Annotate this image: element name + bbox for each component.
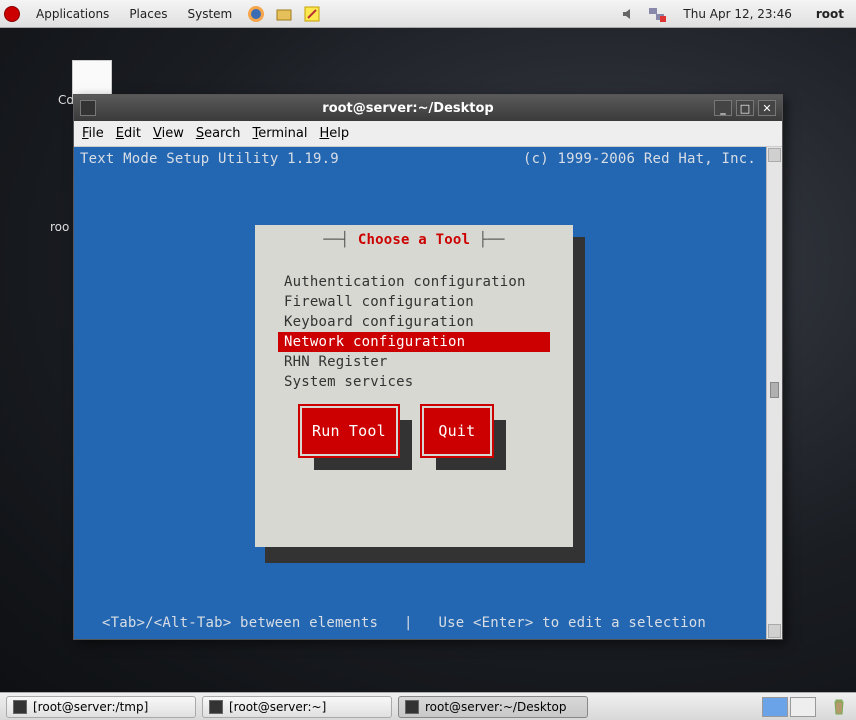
- scroll-up-button[interactable]: [768, 148, 781, 162]
- tui-tool-list: Authentication configuration Firewall co…: [278, 272, 550, 392]
- top-panel: Applications Places System Thu Apr 12, 2…: [0, 0, 856, 28]
- menu-help[interactable]: Help: [319, 126, 349, 141]
- tui-item-network[interactable]: Network configuration: [278, 332, 550, 352]
- tui-dialog: ──┤ Choose a Tool ├── Authentication con…: [255, 225, 573, 547]
- desktop-label-partial-1: Co: [58, 93, 74, 107]
- task-button-2[interactable]: [root@server:~]: [202, 696, 392, 718]
- tui-item-rhn[interactable]: RHN Register: [278, 352, 550, 372]
- scrollbar[interactable]: [766, 147, 782, 639]
- network-disconnected-icon[interactable]: [647, 4, 667, 24]
- menu-search[interactable]: Search: [196, 126, 241, 141]
- menu-applications[interactable]: Applications: [30, 3, 115, 25]
- task-label: [root@server:~]: [229, 700, 326, 714]
- trash-icon[interactable]: [828, 696, 850, 718]
- menu-system[interactable]: System: [181, 3, 238, 25]
- tui-header-title: Text Mode Setup Utility 1.19.9: [80, 151, 339, 167]
- minimize-button[interactable]: _: [714, 100, 732, 116]
- titlebar[interactable]: root@server:~/Desktop _ □ ✕: [74, 95, 782, 121]
- tui-footer-sep: |: [378, 615, 438, 631]
- menu-edit[interactable]: Edit: [116, 126, 141, 141]
- desktop-label-partial-2: roo: [50, 220, 69, 234]
- quit-button[interactable]: Quit: [422, 406, 492, 456]
- tui-dialog-title: ──┤ Choose a Tool ├──: [256, 232, 572, 248]
- menu-view[interactable]: View: [153, 126, 184, 141]
- menu-places[interactable]: Places: [123, 3, 173, 25]
- tui-footer: <Tab>/<Alt-Tab> between elements | Use <…: [102, 615, 756, 631]
- workspace-2[interactable]: [790, 697, 816, 717]
- window-title: root@server:~/Desktop: [102, 101, 714, 116]
- tui-header-copyright: (c) 1999-2006 Red Hat, Inc.: [523, 151, 756, 167]
- redhat-logo-icon: [4, 6, 20, 22]
- task-label: [root@server:/tmp]: [33, 700, 148, 714]
- workspace-pager: [762, 697, 816, 717]
- menu-terminal[interactable]: Terminal: [253, 126, 308, 141]
- scroll-down-button[interactable]: [768, 624, 781, 638]
- scroll-thumb[interactable]: [770, 382, 779, 398]
- close-button[interactable]: ✕: [758, 100, 776, 116]
- run-tool-button[interactable]: Run Tool: [300, 406, 398, 456]
- terminal-window: root@server:~/Desktop _ □ ✕ File Edit Vi…: [73, 94, 783, 640]
- clock[interactable]: Thu Apr 12, 23:46: [675, 3, 799, 25]
- tui-item-authentication[interactable]: Authentication configuration: [278, 272, 550, 292]
- tui-footer-left: <Tab>/<Alt-Tab> between elements: [102, 615, 378, 631]
- terminal-icon: [405, 700, 419, 714]
- menubar: File Edit View Search Terminal Help: [74, 121, 782, 147]
- task-label: root@server:~/Desktop: [425, 700, 566, 714]
- firefox-icon[interactable]: [246, 4, 266, 24]
- volume-icon[interactable]: [619, 4, 639, 24]
- workspace-1[interactable]: [762, 697, 788, 717]
- desktop-area: Co roo root@server:~/Desktop _ □ ✕ File …: [0, 28, 856, 692]
- tui-item-keyboard[interactable]: Keyboard configuration: [278, 312, 550, 332]
- text-editor-icon[interactable]: [302, 4, 322, 24]
- user-menu[interactable]: root: [808, 3, 852, 25]
- terminal-icon: [209, 700, 223, 714]
- tui-item-services[interactable]: System services: [278, 372, 550, 392]
- tui-footer-right: Use <Enter> to edit a selection: [439, 615, 707, 631]
- maximize-button[interactable]: □: [736, 100, 754, 116]
- tui-item-firewall[interactable]: Firewall configuration: [278, 292, 550, 312]
- task-button-3[interactable]: root@server:~/Desktop: [398, 696, 588, 718]
- menu-file[interactable]: File: [82, 126, 104, 141]
- terminal-area[interactable]: Text Mode Setup Utility 1.19.9 (c) 1999-…: [74, 147, 766, 639]
- bottom-panel: [root@server:/tmp] [root@server:~] root@…: [0, 692, 856, 720]
- terminal-icon: [80, 100, 96, 116]
- task-button-1[interactable]: [root@server:/tmp]: [6, 696, 196, 718]
- terminal-icon: [13, 700, 27, 714]
- file-manager-icon[interactable]: [274, 4, 294, 24]
